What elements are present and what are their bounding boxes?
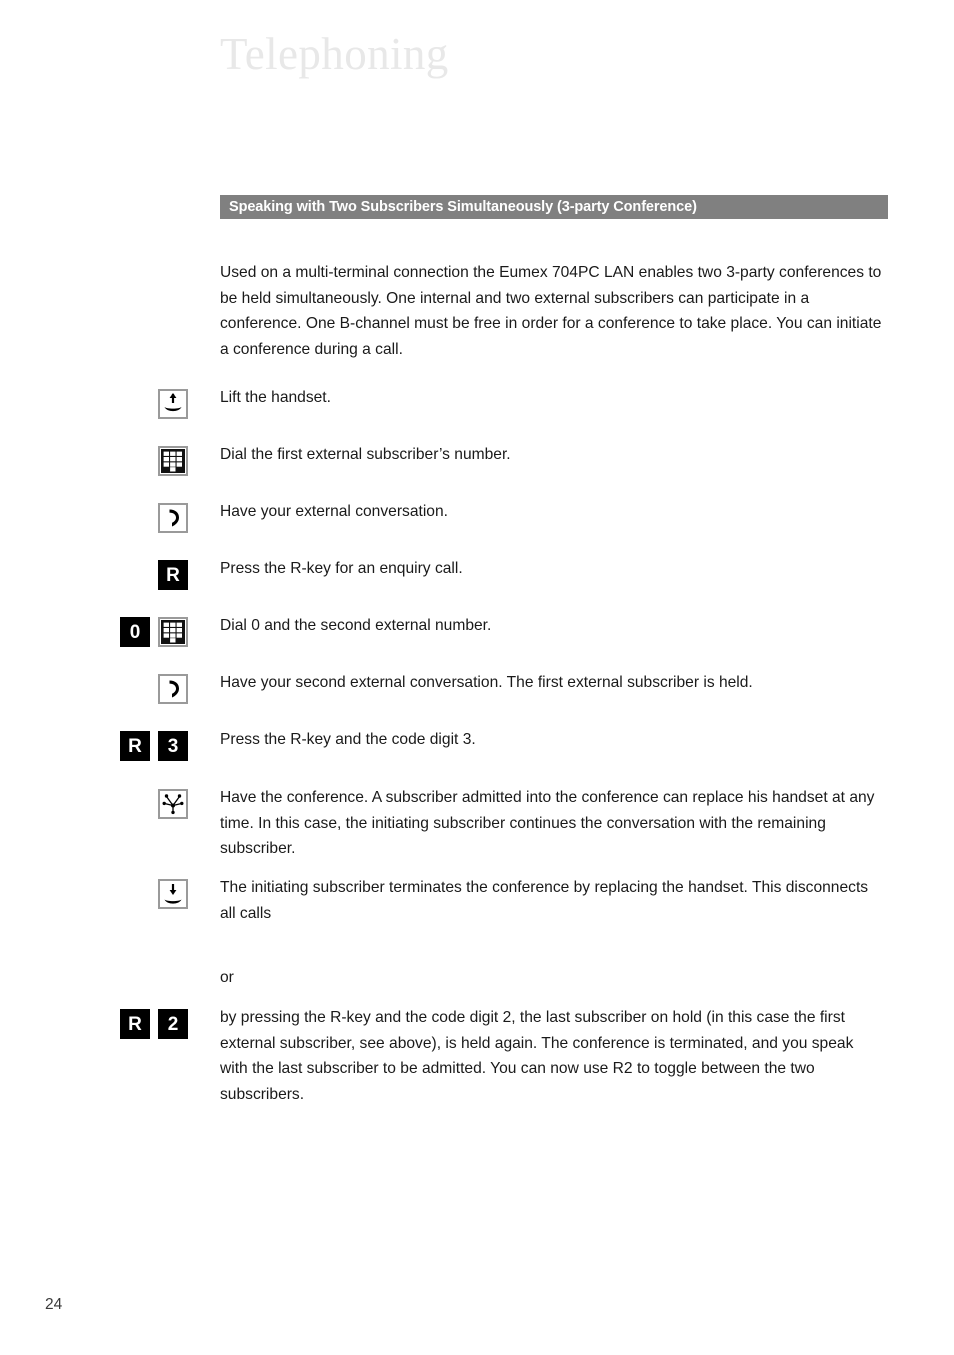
instruction-step: Have your external conversation.	[0, 499, 954, 537]
instruction-step: Have your second external conversation. …	[0, 670, 954, 708]
handset-conversation-icon	[158, 674, 188, 704]
step-text: or	[220, 969, 234, 986]
conference-icon	[158, 789, 188, 819]
instruction-step: 0 Dial 0 and the second external number.	[0, 613, 954, 651]
step-icon-group	[0, 499, 200, 537]
step-text: Have your second external conversation. …	[220, 674, 753, 691]
lift-handset-icon	[158, 389, 188, 419]
instruction-step: The initiating subscriber terminates the…	[0, 875, 954, 926]
r-key: R	[120, 731, 150, 761]
instruction-step: R 2 by pressing the R-key and the code dig…	[0, 1005, 954, 1107]
step-text: Press the R-key for an enquiry call.	[220, 560, 463, 577]
section-heading-label: Speaking with Two Subscribers Simultaneo…	[229, 199, 697, 215]
step-icon-group	[0, 385, 200, 423]
r-key-label: R	[128, 735, 142, 757]
page-number: 24	[45, 1296, 63, 1313]
instruction-step: or	[0, 965, 954, 1003]
instruction-step: Dial the first external subscriber’s num…	[0, 442, 954, 480]
step-text: Dial 0 and the second external number.	[220, 617, 492, 634]
zero-key: 0	[120, 617, 150, 647]
keypad-icon	[158, 617, 188, 647]
step-icon-group	[0, 785, 200, 823]
step-icon-group: R3	[0, 727, 200, 765]
section-intro-paragraph: Used on a multi-terminal connection the …	[220, 264, 882, 358]
zero-key-label: 0	[129, 621, 141, 643]
step-text: Have the conference. A subscriber admitt…	[220, 789, 875, 857]
step-text: Press the R-key and the code digit 3.	[220, 731, 476, 748]
r-key-label: R	[128, 1013, 142, 1035]
instruction-step: Lift the handset.	[0, 385, 954, 423]
step-icon-group: R	[0, 556, 200, 594]
step-icon-group	[0, 875, 200, 913]
step-icon-group: R2	[0, 1005, 200, 1043]
digit-2-key-label: 2	[167, 1013, 179, 1035]
step-icon-group	[0, 442, 200, 480]
digit-3-key-label: 3	[167, 735, 179, 757]
step-icon-group	[0, 670, 200, 708]
handset-conversation-icon	[158, 503, 188, 533]
step-text: The initiating subscriber terminates the…	[220, 879, 869, 922]
step-text: by pressing the R-key and the code digit…	[220, 1009, 854, 1103]
instruction-step: R 3 Press the R-key and the code digit 3.	[0, 727, 954, 765]
instruction-step: Have the conference. A subscriber admitt…	[0, 785, 954, 862]
step-icon-group	[0, 965, 200, 1003]
r-key-label: R	[166, 564, 180, 586]
digit-2-key: 2	[158, 1009, 188, 1039]
step-text: Have your external conversation.	[220, 503, 448, 520]
step-text: Dial the first external subscriber’s num…	[220, 446, 511, 463]
instruction-step: R Press the R-key for an enquiry call.	[0, 556, 954, 594]
step-text: Lift the handset.	[220, 389, 331, 406]
keypad-icon	[158, 446, 188, 476]
r-key: R	[158, 560, 188, 590]
digit-3-key: 3	[158, 731, 188, 761]
page-title: Telephoning	[220, 29, 449, 79]
step-icon-group: 0	[0, 613, 200, 651]
replace-handset-icon	[158, 879, 188, 909]
r-key: R	[120, 1009, 150, 1039]
section-heading-bar: Speaking with Two Subscribers Simultaneo…	[220, 195, 888, 219]
